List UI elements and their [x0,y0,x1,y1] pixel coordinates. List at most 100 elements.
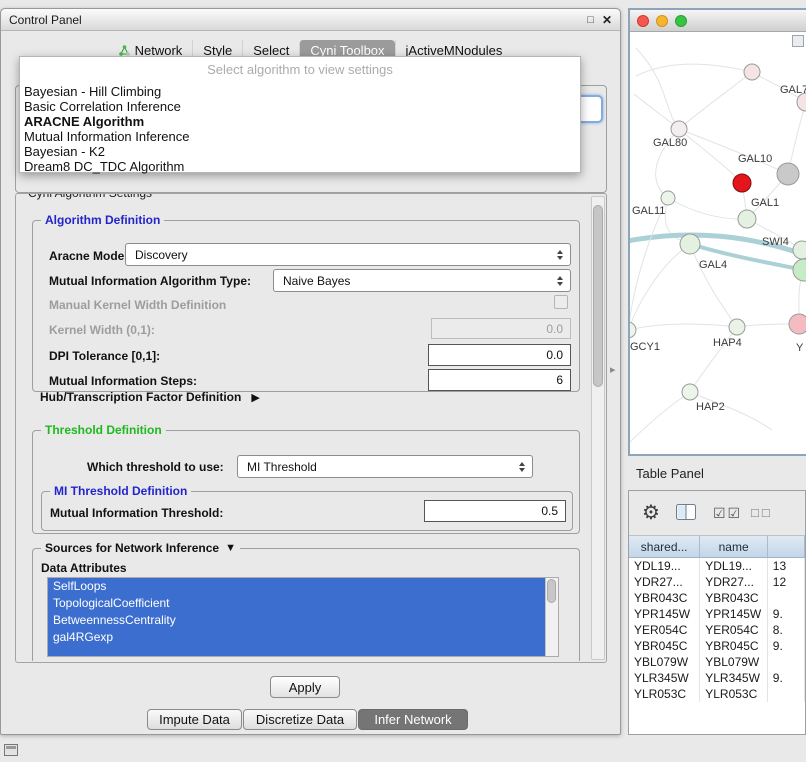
minimize-traffic-light-icon[interactable] [656,15,668,27]
bottom-tab-bar: Impute DataDiscretize DataInfer Network [1,709,620,731]
table-row[interactable]: YPR145WYPR145W9. [629,606,805,622]
mi-threshold-field[interactable]: 0.5 [424,500,566,522]
attribute-item-selfloops[interactable]: SelfLoops [48,578,545,595]
control-panel-titlebar[interactable]: Control Panel □ ✕ [1,9,620,31]
settings-scrollbar[interactable] [591,196,605,660]
close-window-icon[interactable]: ✕ [602,13,612,27]
window-title: Control Panel [9,13,82,27]
table-row[interactable]: YBL079WYBL079W [629,654,805,670]
network-canvas[interactable]: GAL7GAL80GAL10GAL11GAL1SWI4GAL4HAP4YGCY1… [630,32,806,454]
network-graph[interactable]: GAL7GAL80GAL10GAL11GAL1SWI4GAL4HAP4YGCY1… [630,32,806,454]
table-cell: YDR27... [700,574,768,590]
network-node-swi4[interactable] [793,241,806,259]
table-cell: YLR345W [629,670,700,686]
table-row[interactable]: YLR053CYLR053C [629,686,805,702]
columns-icon[interactable] [676,504,696,523]
table-row[interactable]: YDR27...YDR27...12 [629,574,805,590]
table-row[interactable]: YBR045CYBR045C9. [629,638,805,654]
table-row[interactable]: YBR043CYBR043C [629,590,805,606]
network-node[interactable] [793,259,806,281]
hub-section-label: Hub/Transcription Factor Definition [40,390,241,404]
table-cell: YLR053C [629,686,700,702]
network-node[interactable] [744,64,760,80]
network-node-gal80[interactable] [671,121,687,137]
algorithm-option-basic-correlation-inference[interactable]: Basic Correlation Inference [20,99,580,114]
gear-icon[interactable]: ⚙ [642,499,660,527]
column-header-shared[interactable]: shared... [629,536,700,557]
network-edge [630,198,668,330]
manual-kernel-width-checkbox[interactable] [554,295,568,309]
table-cell: 13 [768,558,805,574]
attribute-item-partial[interactable] [48,646,545,657]
zoom-traffic-light-icon[interactable] [675,15,687,27]
settings-scrollbar-thumb[interactable] [593,205,603,387]
mi-steps-field[interactable]: 6 [428,369,571,391]
float-window-icon[interactable]: □ [587,14,594,26]
column-header-name[interactable]: name [700,536,768,557]
attribute-item-topologicalcoefficient[interactable]: TopologicalCoefficient [48,595,545,612]
aracne-mode-select[interactable]: Discovery [125,243,571,266]
hub-transcription-factor-section[interactable]: Hub/Transcription Factor Definition ▶ [40,390,260,404]
bottom-tab-impute-data[interactable]: Impute Data [147,709,242,730]
algorithm-option-bayesian-hill-climbing[interactable]: Bayesian - Hill Climbing [20,84,580,99]
mi-algorithm-type-select[interactable]: Naive Bayes [273,269,571,292]
algorithm-option-bayesian-k2[interactable]: Bayesian - K2 [20,144,580,159]
table-cell [768,686,805,702]
node-label: HAP2 [696,401,725,413]
kernel-width-field[interactable]: 0.0 [431,318,571,339]
network-node-hap2[interactable] [682,384,698,400]
dropdown-placeholder: Select algorithm to view settings [20,62,580,78]
network-node-gal1[interactable] [738,210,756,228]
table-row[interactable]: YLR345WYLR345W9. [629,670,805,686]
bottom-tab-infer-network[interactable]: Infer Network [358,709,468,730]
manual-kernel-width-label: Manual Kernel Width Definition [49,298,226,312]
algorithm-option-mutual-information-inference[interactable]: Mutual Information Inference [20,129,580,144]
dpi-tolerance-field[interactable]: 0.0 [428,344,571,366]
network-window-titlebar[interactable] [630,10,806,32]
network-node-gal11[interactable] [661,191,675,205]
sources-title-row[interactable]: Sources for Network Inference ▼ [41,541,240,556]
apply-button[interactable]: Apply [270,676,340,698]
bottom-tab-discretize-data[interactable]: Discretize Data [243,709,357,730]
algorithm-option-dream8-dc-tdc-algorithm[interactable]: Dream8 DC_TDC Algorithm [20,159,580,174]
data-attributes-list[interactable]: SelfLoopsTopologicalCoefficientBetweenne… [47,577,559,657]
panel-dock-icon[interactable] [4,744,18,756]
node-label: GAL4 [699,259,727,271]
splitter-collapse-icon[interactable]: ▸ [610,363,616,376]
table-cell: YBR045C [629,638,700,654]
birdseye-toggle-icon[interactable] [792,35,804,47]
network-node-gal4[interactable] [680,234,700,254]
table-row[interactable]: YDL19...YDL19...13 [629,558,805,574]
network-node[interactable] [733,174,751,192]
select-all-icon[interactable]: ☑☑ [713,505,742,522]
mi-algorithm-type-label: Mutual Information Algorithm Type: [49,274,251,288]
attribute-item-betweennesscentrality[interactable]: BetweennessCentrality [48,612,545,629]
algorithm-option-aracne-algorithm[interactable]: ARACNE Algorithm [20,114,580,129]
table-cell: YBR043C [700,590,768,606]
network-edge [630,324,737,330]
network-node-gal10[interactable] [777,163,799,185]
column-header-2[interactable] [768,536,805,557]
network-node-gcy1[interactable] [630,322,636,338]
network-node-hap4[interactable] [729,319,745,335]
close-traffic-light-icon[interactable] [637,15,649,27]
deselect-all-icon[interactable]: □□ [751,505,773,520]
attribute-item-gal4rgexp[interactable]: gal4RGexp [48,629,545,646]
network-node-y[interactable] [789,314,806,334]
data-attributes-label: Data Attributes [41,561,127,575]
list-scrollbar[interactable] [545,578,558,656]
list-scrollbar-thumb[interactable] [547,579,556,603]
table-cell: 9. [768,606,805,622]
network-edge [679,129,788,174]
which-threshold-select[interactable]: MI Threshold [237,455,533,478]
network-edge [636,64,752,76]
table-header: shared...name [629,536,805,558]
mi-threshold-label: Mutual Information Threshold: [50,506,223,520]
table-row[interactable]: YER054CYER054C8. [629,622,805,638]
table-cell: YPR145W [700,606,768,622]
table-panel-window: ⚙ ☑☑ □□ shared...name YDL19...YDL19...13… [628,490,806,735]
collapse-down-icon[interactable]: ▼ [225,541,236,556]
network-edge [668,198,747,219]
table-cell: 12 [768,574,805,590]
expand-right-icon[interactable]: ▶ [251,391,259,404]
